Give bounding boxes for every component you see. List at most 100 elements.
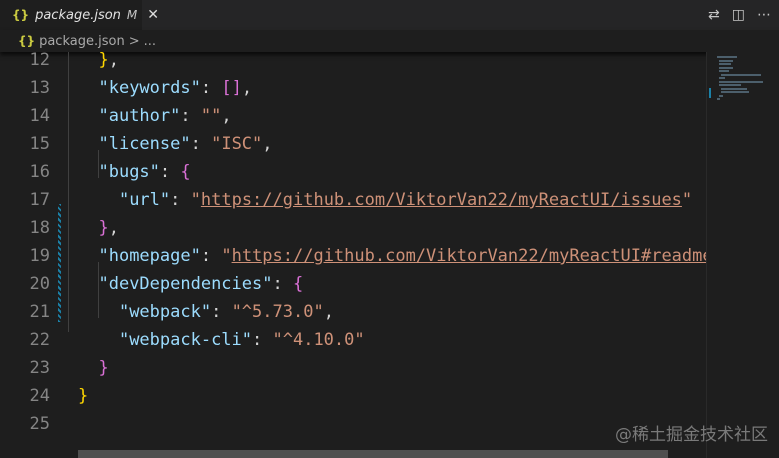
token: "author" <box>98 106 181 126</box>
token: , <box>241 78 253 98</box>
code-text: "keywords": [], <box>78 74 252 102</box>
token: " <box>681 190 693 210</box>
code-line[interactable]: 25 <box>0 410 706 438</box>
breadcrumb-more[interactable]: ... <box>144 34 156 49</box>
code-text: "homepage": "https://github.com/ViktorVa… <box>78 242 706 270</box>
code-line[interactable]: 24} <box>0 382 706 410</box>
code-text: "bugs": { <box>78 158 191 186</box>
minimap-line <box>721 87 747 90</box>
token: "ISC" <box>211 134 263 154</box>
minimap-line <box>721 73 761 76</box>
minimap-line <box>719 84 741 86</box>
code-line[interactable]: 18 }, <box>0 214 706 242</box>
token: "license" <box>98 134 191 154</box>
line-number: 16 <box>29 162 50 182</box>
tab-package-json[interactable]: {} package.json M ✕ <box>0 0 159 30</box>
token: } <box>78 386 89 406</box>
token: " <box>221 246 232 266</box>
code-line[interactable]: 14 "author": "", <box>0 102 706 130</box>
minimap-line <box>719 94 723 97</box>
token: "devDependencies" <box>98 274 273 294</box>
code-line[interactable]: 19 "homepage": "https://github.com/Vikto… <box>0 242 706 270</box>
url-link[interactable]: https://github.com/ViktorVan22/myReactUI… <box>232 246 706 266</box>
code-text: "devDependencies": { <box>78 270 303 298</box>
code-line[interactable]: 16 "bugs": { <box>0 158 706 186</box>
code-text: }, <box>78 52 119 74</box>
token: , <box>262 134 273 154</box>
minimap-line <box>719 77 725 79</box>
code-line[interactable]: 17 "url": "https://github.com/ViktorVan2… <box>0 186 706 214</box>
token: { <box>180 162 191 182</box>
code-line[interactable]: 22 "webpack-cli": "^4.10.0" <box>0 326 706 354</box>
token: { <box>292 274 304 294</box>
token: "keywords" <box>98 78 201 98</box>
line-number: 13 <box>29 78 50 98</box>
token: : <box>272 274 293 294</box>
code-line[interactable]: 20 "devDependencies": { <box>0 270 706 298</box>
minimap-change-marker <box>709 88 711 98</box>
line-number: 12 <box>29 52 50 70</box>
token: : <box>252 330 273 350</box>
token: "^5.73.0" <box>231 302 324 322</box>
token: "bugs" <box>98 162 160 182</box>
code-line[interactable]: 23 } <box>0 354 706 382</box>
token: : <box>180 106 201 126</box>
line-number: 21 <box>29 302 50 322</box>
modified-badge: M <box>126 8 138 22</box>
code-line[interactable]: 13 "keywords": [], <box>0 74 706 102</box>
line-number: 25 <box>29 414 50 434</box>
split-editor-icon[interactable]: ◫ <box>732 7 745 23</box>
token: , <box>108 218 119 238</box>
horizontal-scrollbar[interactable] <box>78 450 668 458</box>
tab-label: package.json <box>35 7 121 23</box>
code-line[interactable]: 15 "license": "ISC", <box>0 130 706 158</box>
token: [] <box>221 78 242 98</box>
minimap[interactable] <box>706 52 779 458</box>
open-changes-icon[interactable]: ⇄ <box>708 7 720 23</box>
code-line[interactable]: 21 "webpack": "^5.73.0", <box>0 298 706 326</box>
code-editor[interactable]: 12 }, 13 "keywords": [], 14 "author": "", 1… <box>0 52 706 450</box>
token: "url" <box>118 190 171 210</box>
minimap-line <box>717 56 737 58</box>
code-line[interactable]: 12 }, <box>0 52 706 74</box>
minimap-line <box>719 66 733 69</box>
token: "^4.10.0" <box>272 330 365 350</box>
minimap-line <box>721 91 749 93</box>
url-link[interactable]: https://github.com/ViktorVan22/myReactUI… <box>201 190 682 210</box>
token: , <box>323 302 334 322</box>
code-text: "webpack": "^5.73.0", <box>78 298 334 326</box>
token: : <box>200 246 222 266</box>
token: : <box>159 162 181 182</box>
code-text: "author": "", <box>78 102 232 130</box>
close-icon[interactable]: ✕ <box>147 7 159 23</box>
code-text: "url": "https://github.com/ViktorVan22/m… <box>78 186 692 214</box>
token: : <box>170 190 191 210</box>
line-number: 14 <box>29 106 50 126</box>
breadcrumb-file[interactable]: package.json <box>39 34 125 49</box>
token: " <box>190 190 201 210</box>
json-braces-icon: {} <box>12 8 30 22</box>
token: "homepage" <box>98 246 201 266</box>
code-text: "license": "ISC", <box>78 130 273 158</box>
json-braces-icon: {} <box>18 34 36 48</box>
token: : <box>190 134 212 154</box>
tab-bar: {} package.json M ✕ ⇄ ◫ ⋯ <box>0 0 779 30</box>
more-actions-icon[interactable]: ⋯ <box>757 7 771 23</box>
line-number: 18 <box>29 218 50 238</box>
minimap-line <box>717 98 720 100</box>
token: "" <box>200 106 222 126</box>
token: , <box>221 106 232 126</box>
token: } <box>98 52 109 70</box>
line-number: 17 <box>29 190 50 210</box>
minimap-line <box>719 80 763 83</box>
token: } <box>98 218 109 238</box>
token: : <box>211 302 232 322</box>
token: , <box>108 52 119 70</box>
minimap-line <box>719 63 731 65</box>
